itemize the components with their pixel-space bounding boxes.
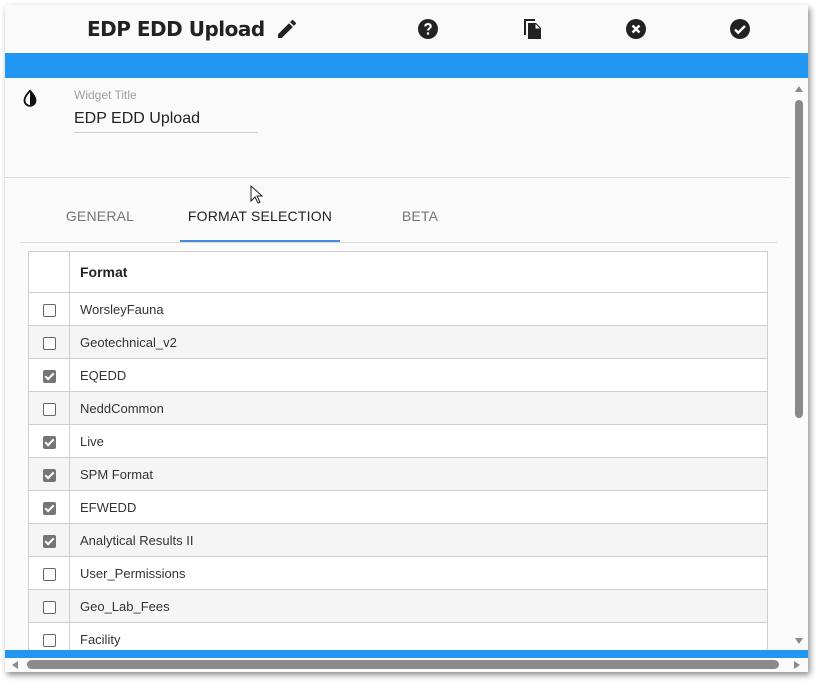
tab-general[interactable]: GENERAL (35, 193, 165, 240)
scroll-up-arrow-icon[interactable] (795, 86, 803, 92)
checkbox-cell (28, 523, 70, 557)
checkbox-cell (28, 358, 70, 392)
row-checkbox[interactable] (42, 303, 56, 317)
row-checkbox[interactable] (42, 534, 56, 548)
footer-accent-bar (5, 650, 808, 658)
format-name: EQEDD (69, 358, 768, 392)
format-name: SPM Format (69, 457, 768, 491)
dialog-content: Widget Title GENERAL FORMAT SELECTION BE… (5, 78, 790, 650)
table-row: Geotechnical_v2 (28, 325, 768, 359)
format-name: User_Permissions (69, 556, 768, 590)
row-checkbox[interactable] (42, 567, 56, 581)
table-row: Geo_Lab_Fees (28, 589, 768, 623)
contrast-icon (19, 88, 41, 110)
format-name: Geotechnical_v2 (69, 325, 768, 359)
horizontal-scroll-thumb[interactable] (27, 660, 779, 669)
checkbox-cell (28, 622, 70, 650)
tab-format-selection[interactable]: FORMAT SELECTION (180, 193, 340, 242)
vertical-scroll-thumb[interactable] (795, 100, 803, 418)
divider (5, 177, 790, 178)
checkbox-cell (28, 391, 70, 425)
tab-beta[interactable]: BETA (355, 193, 485, 240)
dialog-header: EDP EDD Upload (5, 5, 808, 53)
checkbox-cell (28, 556, 70, 590)
format-table: Format WorsleyFauna Geotechnical_v2 EQEDD N… (28, 251, 768, 650)
table-row: NeddCommon (28, 391, 768, 425)
format-name: Live (69, 424, 768, 458)
check-circle-icon[interactable] (728, 17, 752, 41)
format-name: Analytical Results II (69, 523, 768, 557)
scroll-down-arrow-icon[interactable] (795, 638, 803, 644)
widget-title-label: Widget Title (74, 88, 137, 102)
table-row: WorsleyFauna (28, 292, 768, 326)
row-checkbox[interactable] (42, 501, 56, 515)
format-name: Facility (69, 622, 768, 650)
format-name: Geo_Lab_Fees (69, 589, 768, 623)
vertical-scrollbar[interactable] (790, 78, 808, 650)
table-row: SPM Format (28, 457, 768, 491)
widget-title-input[interactable] (74, 106, 258, 133)
scroll-left-arrow-icon[interactable] (12, 661, 18, 669)
format-column-header: Format (69, 251, 768, 293)
table-row: Live (28, 424, 768, 458)
table-row: Analytical Results II (28, 523, 768, 557)
table-row: Facility (28, 622, 768, 650)
table-row: EFWEDD (28, 490, 768, 524)
format-name: NeddCommon (69, 391, 768, 425)
row-checkbox[interactable] (42, 600, 56, 614)
close-circle-icon[interactable] (624, 17, 648, 41)
pencil-icon[interactable] (275, 17, 299, 41)
copy-icon[interactable] (520, 17, 544, 41)
row-checkbox[interactable] (42, 336, 56, 350)
widget-settings-dialog: EDP EDD Upload Widget Title GENERAL FORM… (5, 5, 808, 672)
table-header-row: Format (28, 251, 768, 293)
row-checkbox[interactable] (42, 468, 56, 482)
checkbox-cell (28, 424, 70, 458)
checkbox-cell (28, 457, 70, 491)
row-checkbox[interactable] (42, 402, 56, 416)
select-column-header (28, 251, 70, 293)
table-row: EQEDD (28, 358, 768, 392)
row-checkbox[interactable] (42, 369, 56, 383)
row-checkbox[interactable] (42, 633, 56, 647)
checkbox-cell (28, 490, 70, 524)
horizontal-scrollbar[interactable] (5, 658, 808, 672)
checkbox-cell (28, 589, 70, 623)
checkbox-cell (28, 292, 70, 326)
help-circle-icon[interactable] (416, 17, 440, 41)
header-accent-bar (5, 53, 808, 78)
scroll-right-arrow-icon[interactable] (794, 661, 800, 669)
checkbox-cell (28, 325, 70, 359)
row-checkbox[interactable] (42, 435, 56, 449)
format-name: WorsleyFauna (69, 292, 768, 326)
format-name: EFWEDD (69, 490, 768, 524)
dialog-title: EDP EDD Upload (87, 17, 265, 41)
table-row: User_Permissions (28, 556, 768, 590)
tab-bar: GENERAL FORMAT SELECTION BETA (20, 193, 777, 243)
